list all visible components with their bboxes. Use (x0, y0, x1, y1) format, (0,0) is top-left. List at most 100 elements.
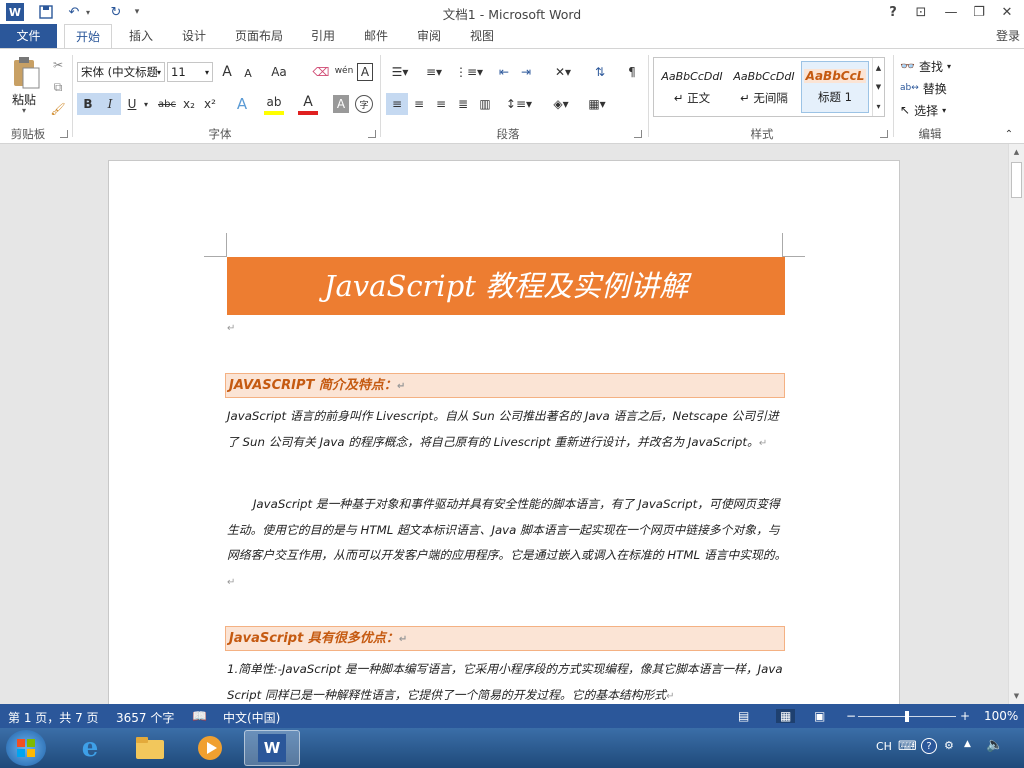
tab-layout[interactable]: 页面布局 (228, 24, 290, 48)
status-bar: 第 1 页，共 7 页 3657 个字 📖 中文(中国) ▤ ▦ ▣ − + 1… (0, 704, 1024, 728)
bold-button[interactable]: B (77, 93, 99, 115)
word-taskbar-icon[interactable]: W (244, 730, 300, 766)
find-button[interactable]: 👓 查找 ▾ (900, 57, 962, 75)
body-paragraph: 1.简单性:-JavaScript 是一种脚本编写语言，它采用小程序段的方式实现… (227, 662, 783, 702)
decrease-indent-icon[interactable]: ⇤ (494, 63, 514, 81)
tab-references[interactable]: 引用 (304, 24, 342, 48)
strikethrough-button[interactable]: abc (156, 93, 178, 115)
print-layout-icon[interactable]: ▦ (776, 709, 796, 723)
maximize-button[interactable]: ❐ (966, 2, 992, 22)
char-border-icon[interactable]: A (357, 63, 373, 81)
superscript-button[interactable]: x² (201, 93, 219, 115)
replace-button[interactable]: ab↔ 替换 (900, 79, 956, 97)
tab-mailings[interactable]: 邮件 (357, 24, 395, 48)
multilevel-list-icon[interactable]: ⋮≡▾ (454, 63, 484, 81)
media-player-icon[interactable] (182, 730, 238, 766)
scroll-up-icon[interactable]: ▲ (1009, 144, 1024, 160)
zoom-slider[interactable] (858, 711, 956, 722)
char-shading-icon[interactable]: A (333, 95, 349, 113)
increase-indent-icon[interactable]: ⇥ (516, 63, 536, 81)
page-count[interactable]: 第 1 页，共 7 页 (8, 709, 99, 726)
tab-design[interactable]: 设计 (175, 24, 213, 48)
sort-icon[interactable]: ⇅ (590, 63, 610, 81)
distributed-button[interactable]: ▥ (474, 93, 496, 115)
grow-font-icon[interactable]: A (218, 63, 236, 81)
italic-button[interactable]: I (99, 93, 121, 115)
keyboard-icon[interactable]: ⌨ (898, 739, 917, 754)
line-spacing-icon[interactable]: ↕≡▾ (504, 93, 534, 115)
zoom-in-icon[interactable]: + (960, 709, 970, 723)
align-right-button[interactable]: ≡ (430, 93, 452, 115)
underline-dropdown-icon[interactable]: ▾ (141, 93, 151, 115)
start-button[interactable] (6, 730, 46, 766)
style-heading1[interactable]: AaBbCcL 标题 1 (801, 61, 869, 113)
copy-icon[interactable]: ⧉ (50, 79, 66, 95)
style-normal[interactable]: AaBbCcDdI ↵ 正文 (657, 61, 727, 113)
styles-scroll-down-icon[interactable]: ▼ (872, 77, 884, 96)
explorer-icon[interactable] (122, 730, 178, 766)
help-tray-icon[interactable]: ? (921, 738, 937, 754)
login-link[interactable]: 登录 (992, 24, 1024, 48)
read-mode-icon[interactable]: ▤ (738, 709, 749, 723)
document-page[interactable]: JavaScript 教程及实例讲解 ↵ JAVASCRIPT 简介及特点：↵ … (108, 160, 900, 704)
font-launcher-icon[interactable] (368, 130, 376, 138)
chinese-layout-icon[interactable]: ✕▾ (548, 63, 578, 81)
minimize-button[interactable]: — (938, 2, 964, 22)
change-case-icon[interactable]: Aa (268, 63, 290, 81)
word-count[interactable]: 3657 个字 (116, 709, 174, 726)
tab-insert[interactable]: 插入 (122, 24, 160, 48)
scroll-thumb[interactable] (1011, 162, 1022, 198)
tab-file[interactable]: 文件 (0, 24, 57, 48)
format-painter-icon[interactable]: 🖌 (50, 101, 66, 117)
zoom-slider-thumb[interactable] (905, 711, 909, 722)
borders-icon[interactable]: ▦▾ (582, 93, 612, 115)
highlight-icon[interactable]: ab (264, 93, 284, 115)
web-layout-icon[interactable]: ▣ (814, 709, 825, 723)
phonetic-guide-icon[interactable]: wén (333, 61, 355, 81)
tab-review[interactable]: 审阅 (410, 24, 448, 48)
style-no-spacing[interactable]: AaBbCcDdI ↵ 无间隔 (729, 61, 799, 113)
paste-icon[interactable] (8, 55, 44, 91)
zoom-level[interactable]: 100% (984, 709, 1018, 723)
collapse-ribbon-icon[interactable]: ⌃ (1002, 127, 1016, 141)
styles-scroll-up-icon[interactable]: ▲ (872, 58, 884, 77)
tab-view[interactable]: 视图 (463, 24, 501, 48)
language-status[interactable]: 中文(中国) (223, 709, 280, 726)
font-size-box[interactable]: 11 ▾ (167, 62, 213, 82)
clipboard-launcher-icon[interactable] (60, 130, 68, 138)
shading-icon[interactable]: ◈▾ (546, 93, 576, 115)
justify-button[interactable]: ≣ (452, 93, 474, 115)
show-marks-icon[interactable]: ¶ (622, 63, 642, 81)
align-left-button[interactable]: ≡ (386, 93, 408, 115)
zoom-out-icon[interactable]: − (846, 709, 856, 723)
numbering-icon[interactable]: ≡▾ (420, 63, 448, 81)
close-button[interactable]: ✕ (994, 2, 1020, 22)
scroll-down-icon[interactable]: ▼ (1009, 688, 1024, 704)
align-center-button[interactable]: ≡ (408, 93, 430, 115)
cut-icon[interactable]: ✂ (50, 57, 66, 73)
tray-expand-icon[interactable]: ▲ (964, 739, 971, 749)
ie-icon[interactable]: e (62, 730, 118, 766)
select-button[interactable]: ↖ 选择 ▾ (900, 101, 960, 119)
underline-button[interactable]: U (124, 93, 140, 115)
bullets-icon[interactable]: ☰▾ (386, 63, 414, 81)
proofing-icon[interactable]: 📖 (192, 709, 207, 723)
tab-home[interactable]: 开始 (64, 24, 112, 49)
subscript-button[interactable]: x₂ (180, 93, 198, 115)
styles-more-icon[interactable]: ▾ (872, 96, 884, 116)
vertical-scrollbar[interactable]: ▲ ▼ (1008, 144, 1024, 704)
paragraph-launcher-icon[interactable] (634, 130, 642, 138)
shrink-font-icon[interactable]: A (240, 65, 256, 81)
clear-format-icon[interactable]: ⌫ (312, 63, 330, 81)
font-name-box[interactable]: 宋体 (中文标题 ▾ (77, 62, 165, 82)
settings-tray-icon[interactable]: ⚙ (944, 739, 954, 752)
text-effects-icon[interactable]: A (232, 93, 252, 115)
ribbon-display-button[interactable]: ⊡ (908, 2, 934, 22)
enclose-char-icon[interactable]: 字 (355, 95, 373, 113)
styles-launcher-icon[interactable] (880, 130, 888, 138)
help-button[interactable]: ? (880, 2, 906, 22)
volume-icon[interactable]: 🔈 (986, 737, 1003, 753)
font-color-icon[interactable]: A (298, 93, 318, 115)
paste-dropdown-icon[interactable]: ▾ (22, 106, 26, 115)
ime-indicator[interactable]: CH (876, 740, 892, 753)
